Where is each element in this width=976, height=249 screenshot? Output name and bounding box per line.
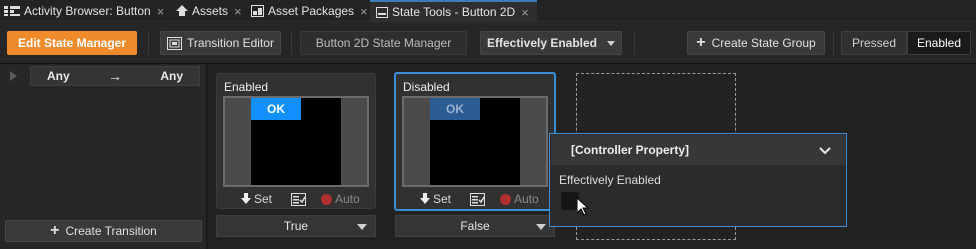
auto-label: Auto (335, 192, 360, 206)
set-button[interactable]: Set (420, 192, 451, 206)
state-actions: Set Auto (396, 191, 556, 207)
record-dot-icon (500, 193, 511, 205)
tab-label: Asset Packages (268, 4, 355, 18)
activity-browser-icon (4, 5, 20, 17)
edit-properties-icon[interactable] (470, 192, 485, 206)
transition-editor-label: Transition Editor (187, 36, 274, 50)
document-tab-bar: Activity Browser: Button × Assets × Asse… (0, 0, 976, 22)
create-state-group-label: Create State Group (711, 36, 816, 50)
state-tools-toolbar: Edit State Manager Transition Editor But… (0, 22, 976, 64)
create-transition-label: Create Transition (65, 224, 157, 238)
tab-asset-packages[interactable]: Asset Packages × (251, 0, 368, 22)
state-value: False (460, 219, 490, 233)
create-transition-button[interactable]: + Create Transition (5, 220, 202, 242)
tab-activity-browser[interactable]: Activity Browser: Button × (4, 0, 164, 22)
tab-label: Assets (192, 4, 229, 18)
preview-canvas: OK (430, 98, 520, 185)
controller-property-popup: [Controller Property] Effectively Enable… (549, 133, 847, 227)
toolbar-divider (634, 31, 635, 55)
close-icon[interactable]: × (521, 5, 529, 20)
auto-toggle[interactable]: Auto (321, 192, 360, 206)
state-value-dropdown-disabled[interactable]: False (395, 215, 555, 237)
mouse-cursor-icon (576, 196, 590, 219)
transition-editor-icon (167, 36, 183, 50)
toolbar-divider (148, 31, 149, 55)
set-button[interactable]: Set (241, 192, 272, 206)
state-manager-name-label: Button 2D State Manager (300, 31, 467, 55)
assets-icon (176, 5, 188, 17)
plus-icon: + (50, 222, 60, 239)
property-dropdown-value: Effectively Enabled (486, 36, 598, 50)
set-label: Set (254, 192, 273, 206)
transition-from: Any (47, 69, 70, 83)
tab-label: Activity Browser: Button (24, 4, 151, 18)
chevron-down-icon (536, 224, 546, 230)
tab-state-tools[interactable]: State Tools - Button 2D × (370, 0, 537, 22)
popup-title: [Controller Property] (571, 143, 690, 157)
close-icon[interactable]: × (234, 4, 242, 19)
chevron-down-icon (607, 40, 616, 46)
state-preview: OK (402, 96, 548, 187)
property-dropdown[interactable]: Effectively Enabled (480, 31, 622, 55)
transition-any-to-any[interactable]: Any → Any (30, 66, 200, 86)
auto-label: Auto (514, 192, 539, 206)
state-card-disabled[interactable]: Disabled OK Set Auto (394, 72, 556, 211)
toolbar-divider (833, 31, 834, 55)
tab-assets[interactable]: Assets × (176, 0, 242, 22)
popup-header[interactable]: [Controller Property] (551, 135, 845, 165)
create-state-group-button[interactable]: + Create State Group (687, 31, 825, 55)
auto-toggle[interactable]: Auto (500, 192, 539, 206)
tab-label: State Tools - Button 2D (392, 5, 516, 19)
transition-to: Any (160, 69, 183, 83)
state-value-dropdown-enabled[interactable]: True (216, 215, 376, 237)
state-value: True (283, 219, 309, 233)
edit-properties-icon[interactable] (291, 192, 306, 206)
chevron-down-icon (357, 224, 367, 230)
state-card-enabled[interactable]: Enabled OK Set Auto (216, 73, 376, 209)
arrow-down-icon (420, 193, 430, 204)
expand-arrow-icon[interactable] (10, 71, 17, 81)
state-tools-icon (376, 6, 388, 18)
state-pressed-button[interactable]: Pressed (841, 31, 907, 55)
state-preview: OK (223, 96, 369, 187)
state-title: Disabled (403, 80, 450, 94)
toolbar-divider (291, 31, 292, 55)
record-dot-icon (321, 193, 332, 205)
asset-packages-icon (251, 5, 264, 17)
close-icon[interactable]: × (157, 4, 165, 19)
property-label: Effectively Enabled (559, 173, 661, 187)
edit-state-manager-button[interactable]: Edit State Manager (7, 31, 137, 55)
preview-ok-button: OK (251, 98, 301, 120)
close-icon[interactable]: × (360, 4, 368, 19)
transition-editor-button[interactable]: Transition Editor (160, 31, 281, 55)
transitions-panel: Any → Any + Create Transition (0, 64, 207, 249)
set-label: Set (433, 192, 452, 206)
transition-row[interactable]: Any → Any (4, 66, 204, 86)
state-enabled-button[interactable]: Enabled (907, 31, 971, 55)
state-title: Enabled (224, 80, 269, 94)
chevron-down-icon[interactable] (819, 144, 831, 158)
arrow-right-icon: → (108, 68, 122, 84)
preview-canvas: OK (251, 98, 341, 185)
preview-ok-button: OK (430, 98, 480, 120)
arrow-down-icon (241, 193, 251, 204)
state-actions: Set Auto (217, 191, 377, 207)
plus-icon: + (696, 34, 706, 51)
